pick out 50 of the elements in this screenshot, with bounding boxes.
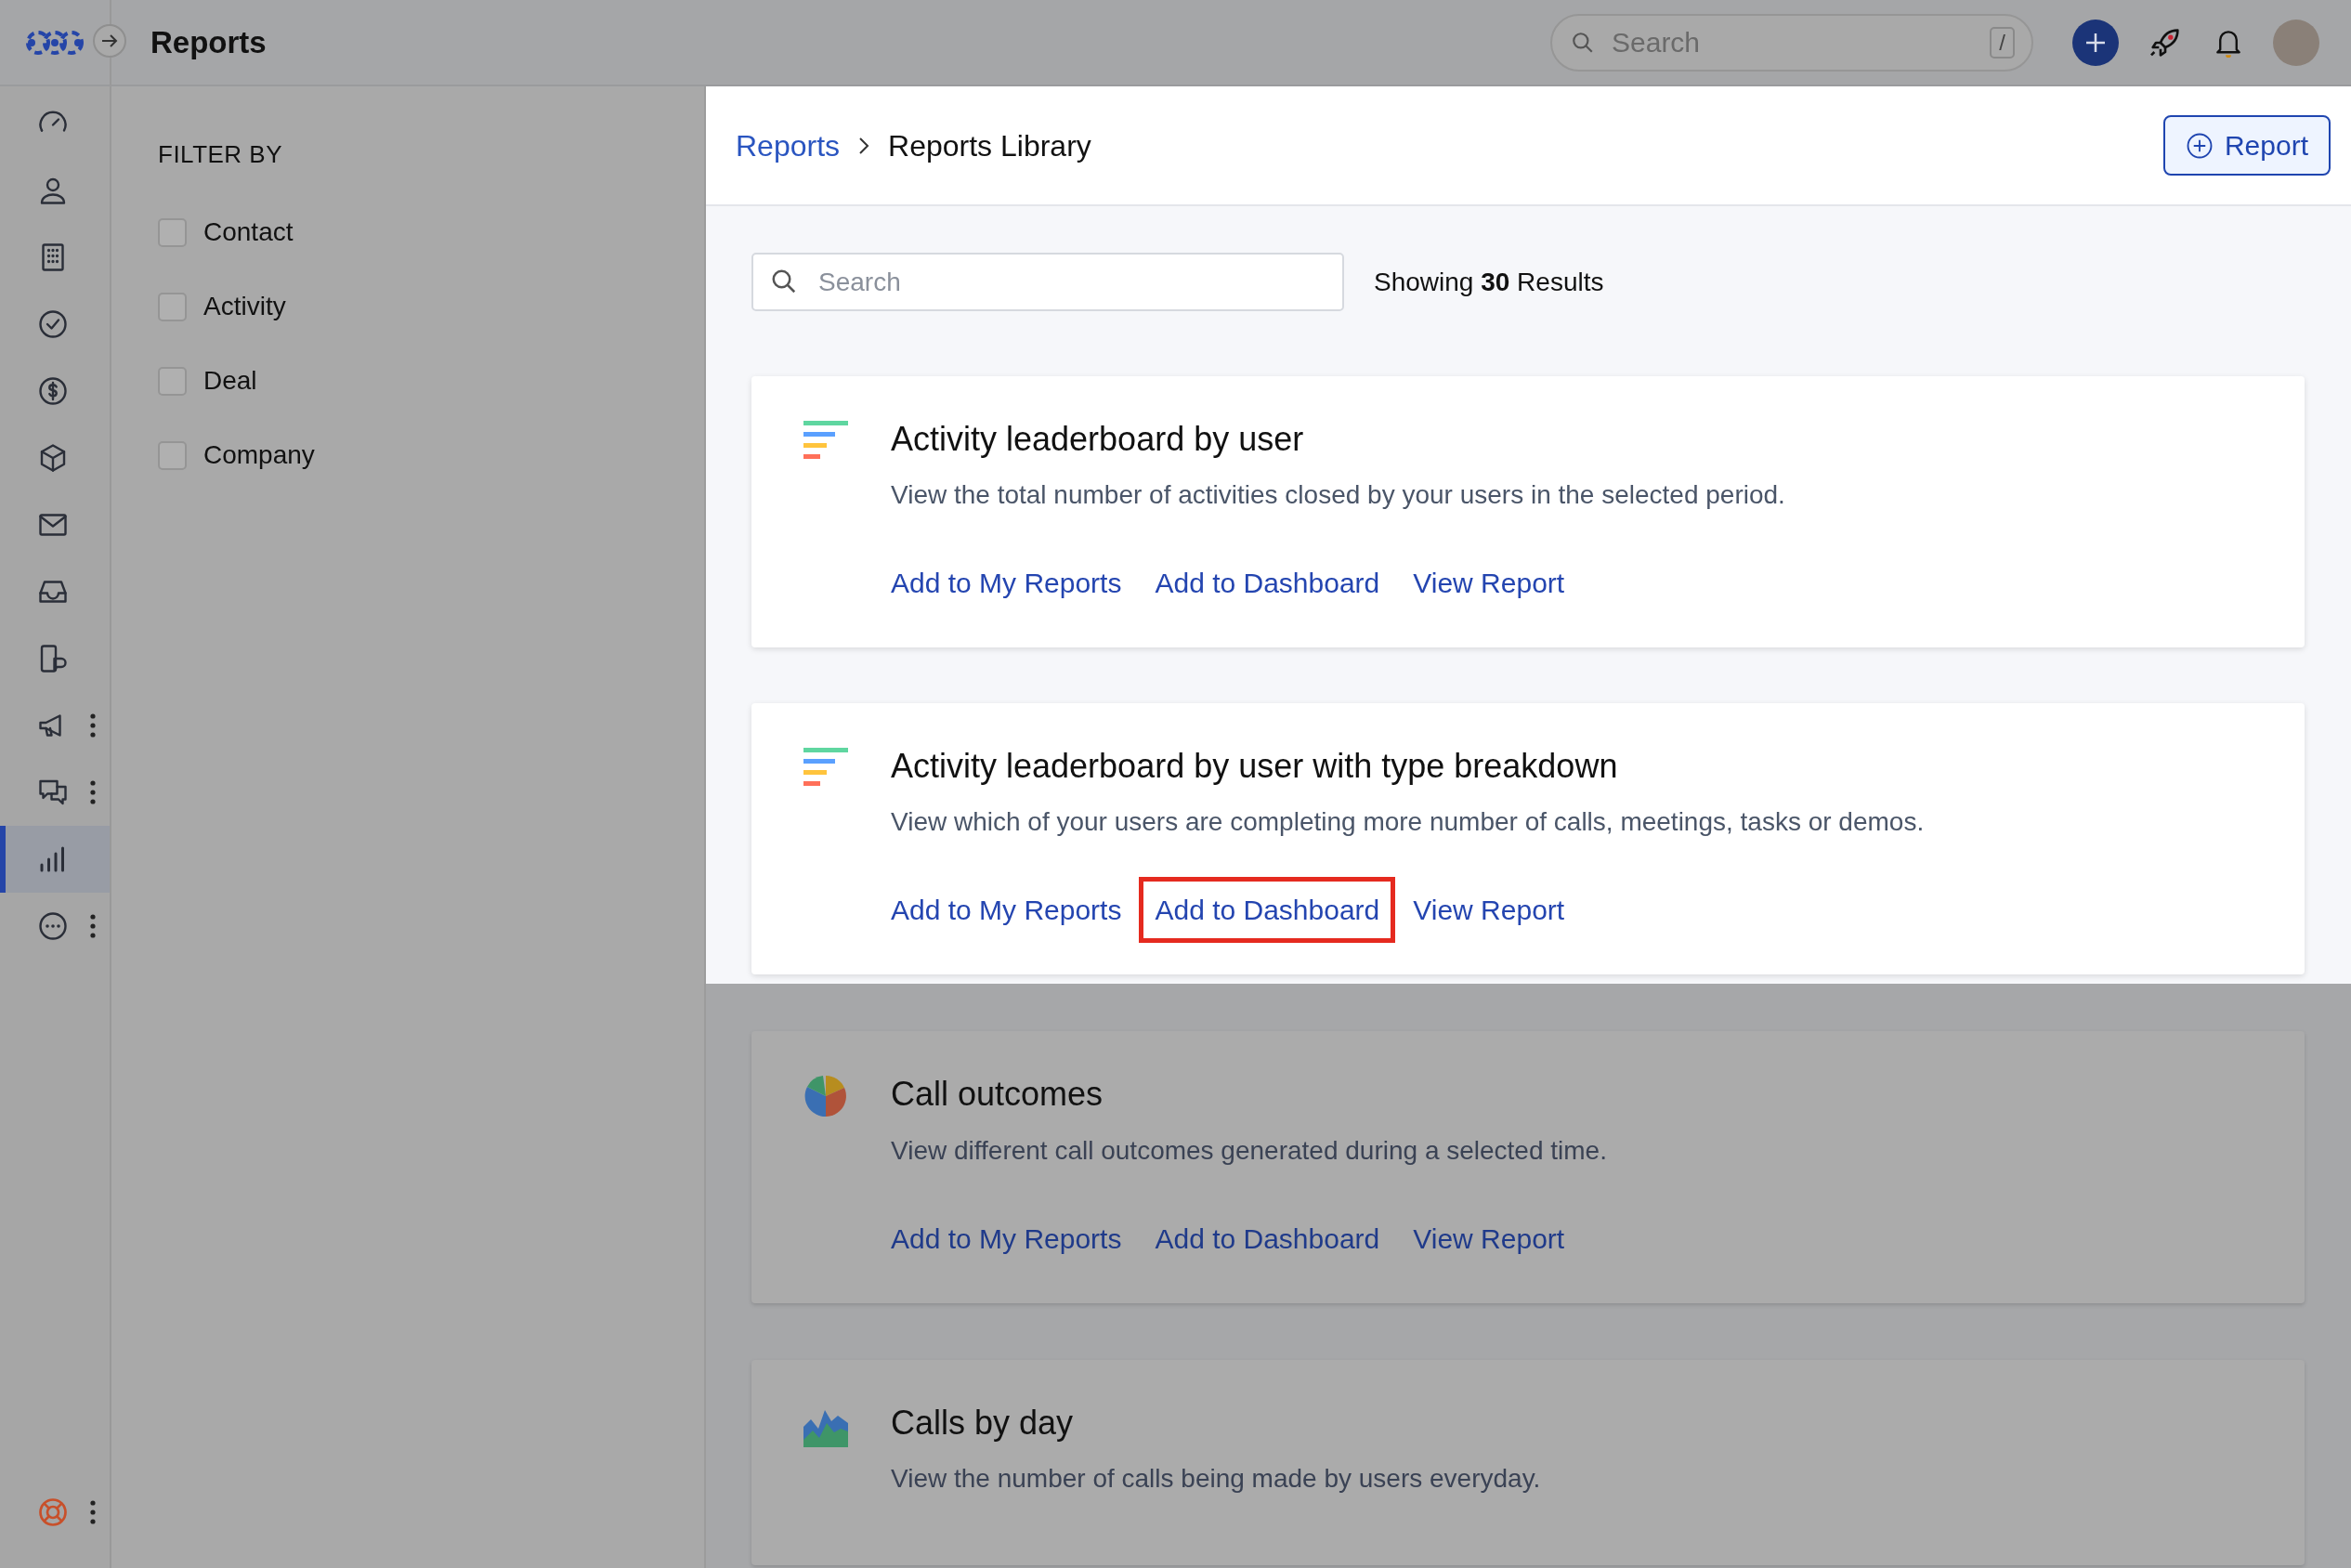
checkbox[interactable] — [158, 292, 187, 321]
checkbox[interactable] — [158, 440, 187, 470]
action-link[interactable]: Add to My Reports — [875, 550, 1138, 617]
breadcrumb-link[interactable]: Reports — [736, 123, 841, 168]
filter-option-label[interactable]: Contact — [203, 213, 294, 252]
dollar-circle-icon — [36, 374, 70, 408]
checkbox[interactable] — [158, 366, 187, 396]
page-title: Reports — [150, 23, 267, 61]
results-count: Showing 30 Results — [1374, 266, 1604, 298]
filter-option-label[interactable]: Deal — [203, 361, 257, 400]
action-link[interactable]: Add to My Reports — [875, 877, 1138, 944]
filter-heading: FILTER BY — [158, 139, 284, 170]
card-description: View the total number of activities closed by your users in the selected period. — [891, 479, 1786, 512]
check-circle-icon — [36, 307, 70, 341]
card-description: View which of your users are completing more number of calls, meetings, tasks or demos. — [891, 806, 1926, 839]
breadcrumb-current: Reports Library — [888, 127, 1091, 164]
new-report-button[interactable]: Report — [2162, 115, 2331, 176]
filter-option-label[interactable]: Activity — [203, 287, 286, 326]
action-link[interactable]: View Report — [1397, 550, 1581, 617]
action-link[interactable]: Add to Dashboard — [1139, 550, 1396, 617]
lifebuoy-icon — [36, 1496, 70, 1529]
card-title: Activity leaderboard by user with type breakdown — [891, 746, 1619, 787]
ellipsis-circle-icon — [36, 909, 70, 943]
card-description: View the number of calls being made by users everyday. — [891, 1462, 1542, 1495]
add-button[interactable] — [2072, 19, 2119, 66]
search-field[interactable]: Search — [751, 253, 1344, 311]
more-options-icon[interactable] — [89, 712, 97, 738]
action-link[interactable]: Add to Dashboard — [1139, 1205, 1396, 1272]
logo-icon — [26, 28, 84, 57]
expand-button[interactable] — [93, 24, 126, 58]
action-link[interactable]: Add to My Reports — [875, 1205, 1138, 1272]
card-title: Call outcomes — [891, 1074, 1104, 1115]
search-icon — [1571, 30, 1595, 55]
arrow-right-icon — [100, 33, 119, 48]
more-options-icon[interactable] — [89, 913, 97, 939]
plus-circle-icon — [2185, 131, 2214, 160]
filter-option-label[interactable]: Company — [203, 436, 315, 475]
card-title: Calls by day — [891, 1402, 1075, 1443]
action-link[interactable]: View Report — [1397, 877, 1581, 944]
shortcut-key: / — [1990, 26, 2015, 59]
action-link[interactable]: Add to Dashboard — [1139, 877, 1396, 944]
card-description: View different call outcomes generated during a selected time. — [891, 1134, 1608, 1167]
pie-chart-icon — [803, 1074, 848, 1119]
card-title: Activity leaderboard by user — [891, 419, 1305, 460]
action-link[interactable]: View Report — [1397, 1205, 1581, 1272]
sidebar-item[interactable] — [0, 826, 110, 893]
more-options-icon[interactable] — [89, 779, 97, 805]
search-icon — [770, 268, 798, 295]
checkbox[interactable] — [158, 217, 187, 247]
more-options-icon[interactable] — [89, 1499, 97, 1525]
